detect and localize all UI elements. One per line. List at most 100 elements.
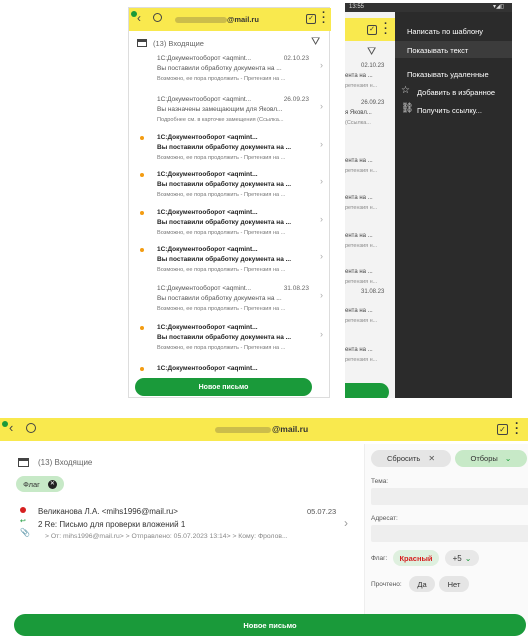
menu-get-link[interactable]: Получить ссылку... xyxy=(417,106,482,115)
account-email: @mail.ru xyxy=(272,424,309,434)
unread-dot-icon xyxy=(140,367,144,371)
list-item[interactable]: 1С:Документооборот <aqmint... 26.09.23 Вы … xyxy=(129,96,329,132)
message-subject: Вы поставили обработку документа на ... xyxy=(157,256,292,263)
bg-snippet: ента на ... xyxy=(345,308,373,314)
filter-panel: Сбросить ✕ Отборы ⌄ Тема: Адресат: Флаг:… xyxy=(364,444,528,624)
read-no-button[interactable]: Нет xyxy=(439,576,469,592)
folder-icon xyxy=(18,458,29,467)
unread-dot-icon xyxy=(140,326,144,330)
chevron-right-icon: › xyxy=(320,290,323,300)
message-row[interactable]: ↩ 📎 Великанова Л.А. <mihs1996@mail.ru> 0… xyxy=(0,502,360,552)
list-item[interactable]: 1С:Документооборот <aqmint... 31.08.23 Вы … xyxy=(129,285,329,321)
topic-input[interactable] xyxy=(371,488,528,505)
bottom-tablet-screen: ‹ @mail.ru ✓ · · · (13) Входящие Флаг ✕ ↩ … xyxy=(0,417,528,641)
list-item[interactable]: 1С:Документооборот <aqmint... Вы поставил… xyxy=(129,246,329,282)
message-sender: 1С:Документооборот <aqmint... xyxy=(157,324,258,331)
link-icon: ⛓ xyxy=(401,103,414,114)
list-item[interactable]: 1С:Документооборот <aqmint... 02.10.23 Вы … xyxy=(129,55,329,91)
list-item[interactable]: 1С:Документооборот <aqmint... Вы поставил… xyxy=(129,209,329,245)
status-bar: 13:55 ▾◢▯ xyxy=(345,3,512,12)
unread-dot-icon xyxy=(140,136,144,140)
signal-icon: ▾◢▯ xyxy=(493,4,504,10)
chevron-right-icon: › xyxy=(320,60,323,70)
filter-icon[interactable]: ⛛ xyxy=(311,36,320,49)
more-vert-icon: · · · xyxy=(384,18,388,40)
account-blur xyxy=(175,17,227,23)
message-preview: Возможно, ее пора продолжить - Претензия… xyxy=(157,192,286,198)
flag-filter-chip[interactable]: Флаг ✕ xyxy=(16,476,64,492)
list-item[interactable]: 1С:Документооборот <aqmint... Вы поставил… xyxy=(129,134,329,170)
bg-date: 31.08.23 xyxy=(361,289,385,295)
message-preview: Подробнее см. в карточке замещения (Ссыл… xyxy=(157,117,284,123)
menu-show-deleted[interactable]: Показывать удаленные xyxy=(407,70,489,79)
bg-snippet: ента на ... xyxy=(345,269,373,275)
bg-date: 02.10.23 xyxy=(361,63,385,69)
chevron-right-icon: › xyxy=(320,329,323,339)
more-vert-icon[interactable]: · · · xyxy=(322,8,326,29)
bg-snippet: ретензия н... xyxy=(345,243,378,249)
reply-icon: ↩ xyxy=(20,518,26,525)
read-no-label: Нет xyxy=(447,579,461,589)
filters-button[interactable]: Отборы ⌄ xyxy=(455,450,527,467)
message-subject: Вы поставили обработку документа на ... xyxy=(157,219,292,226)
new-letter-button[interactable]: Новое письмо xyxy=(14,614,526,636)
bg-snippet: ретензия н... xyxy=(345,318,378,324)
flag-label: Флаг: xyxy=(371,555,388,562)
menu-add-favorite[interactable]: Добавить в избранное xyxy=(417,88,495,97)
filter-icon: ⛛ xyxy=(367,46,377,58)
checklist-icon[interactable]: ✓ xyxy=(306,14,316,24)
read-yes-label: Да xyxy=(417,579,427,589)
bg-date: 26.09.23 xyxy=(361,100,385,106)
right-phone-screen: 13:55 ▾◢▯ ✓ · · · ⛛ 02.10.23 ента на ... р… xyxy=(345,3,512,398)
star-icon: ☆ xyxy=(401,85,410,96)
remove-icon[interactable]: ✕ xyxy=(47,479,57,489)
folder-row[interactable]: (13) Входящие ⛛ xyxy=(129,34,331,52)
message-preview: Возможно, ее пора продолжить - Претензия… xyxy=(157,267,286,273)
menu-show-text[interactable]: Показывать текст xyxy=(407,46,468,55)
filters-label: Отборы xyxy=(470,454,498,463)
more-flags-chip[interactable]: +5 ⌄ xyxy=(445,550,479,566)
message-preview: Возможно, ее пора продолжить - Претензия… xyxy=(157,155,286,161)
bg-snippet: ретензия н... xyxy=(345,357,378,363)
message-subject: 2 Re: Письмо для проверки вложений 1 xyxy=(38,520,186,529)
flag-chip-label: Флаг xyxy=(23,479,40,489)
more-flags: +5 xyxy=(452,553,462,563)
new-letter-button[interactable]: Новое письмо xyxy=(135,378,312,396)
message-preview: Возможно, ее пора продолжить - Претензия… xyxy=(157,345,286,351)
read-yes-button[interactable]: Да xyxy=(409,576,435,592)
bg-header: ✓ · · · xyxy=(345,18,395,41)
search-icon[interactable] xyxy=(153,13,162,22)
more-vert-icon[interactable]: · · · xyxy=(515,417,519,439)
bg-snippet: я Яковл... xyxy=(345,110,372,116)
message-sender: 1С:Документооборот <aqmint... xyxy=(157,246,258,253)
menu-write-by-template[interactable]: Написать по шаблону xyxy=(407,27,483,36)
background-list: ✓ · · · ⛛ 02.10.23 ента на ... ретензия н.… xyxy=(345,12,395,398)
message-subject: Вы назначены замещающим для Яковл... xyxy=(157,106,283,113)
message-subject: Вы поставили обработку документа на ... xyxy=(157,334,292,341)
bg-snippet: ретензия н... xyxy=(345,83,378,89)
message-sender: 1С:Документооборот <aqmint... xyxy=(157,285,252,292)
back-icon[interactable]: ‹ xyxy=(137,11,141,25)
message-date: 31.08.23 xyxy=(283,285,309,292)
reset-button[interactable]: Сбросить ✕ xyxy=(371,450,451,467)
bg-snippet: ента на ... xyxy=(345,158,373,164)
reset-label: Сбросить xyxy=(386,454,421,463)
addressee-input[interactable] xyxy=(371,525,528,542)
chevron-right-icon: › xyxy=(320,101,323,111)
list-item[interactable]: 1С:Документооборот <aqmint... Вы поставил… xyxy=(129,324,329,360)
addressee-label: Адресат: xyxy=(371,515,398,522)
checklist-icon[interactable]: ✓ xyxy=(497,424,508,435)
overflow-menu: Написать по шаблону Показывать текст Пок… xyxy=(395,12,512,398)
message-sender: 1С:Документооборот <aqmint... xyxy=(157,171,258,178)
flag-value-chip[interactable]: Красный xyxy=(393,550,439,566)
chevron-right-icon: › xyxy=(320,214,323,224)
back-icon[interactable]: ‹ xyxy=(9,420,13,435)
message-subject: Вы поставили обработку документа на ... xyxy=(157,295,282,302)
message-preview: Возможно, ее пора продолжить - Претензия… xyxy=(157,76,286,82)
account-email: @mail.ru xyxy=(227,15,259,24)
unread-dot-icon xyxy=(140,211,144,215)
search-icon[interactable] xyxy=(26,423,36,433)
unread-dot-icon xyxy=(140,173,144,177)
list-item[interactable]: 1С:Документооборот <aqmint... Вы поставил… xyxy=(129,171,329,207)
message-subject: Вы поставили обработку документа на ... xyxy=(157,65,282,72)
